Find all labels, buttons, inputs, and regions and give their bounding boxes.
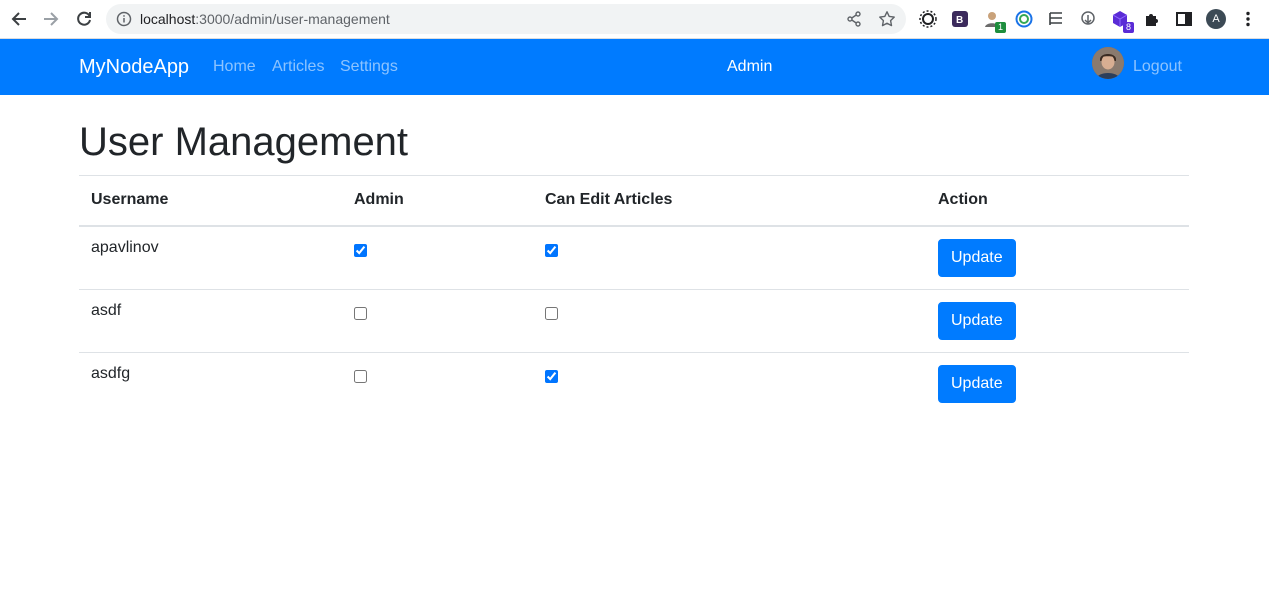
nav-link-admin[interactable]: Admin (727, 58, 772, 76)
table-row: asdfg Update (79, 351, 1189, 415)
can-edit-cell (533, 288, 926, 352)
header-action: Action (926, 175, 1189, 227)
bookmark-star-icon[interactable] (878, 10, 896, 28)
nav-link-articles[interactable]: Articles (272, 58, 324, 76)
admin-checkbox[interactable] (354, 243, 367, 257)
browser-toolbar: localhost:3000/admin/user-management B 1… (0, 0, 1269, 39)
can-edit-cell (533, 351, 926, 415)
admin-cell (342, 351, 533, 415)
extension-person-icon[interactable]: 1 (982, 9, 1006, 33)
page-title: User Management (79, 120, 409, 164)
info-icon[interactable] (116, 11, 132, 27)
extension-badge-count: 1 (995, 22, 1006, 33)
nav-link-home[interactable]: Home (213, 58, 256, 76)
update-button[interactable]: Update (938, 238, 1016, 277)
brand-link[interactable]: MyNodeApp (79, 56, 189, 79)
update-button[interactable]: Update (938, 301, 1016, 340)
browser-menu-icon[interactable] (1238, 9, 1258, 29)
nav-link-settings[interactable]: Settings (340, 58, 398, 76)
user-avatar[interactable] (1092, 47, 1124, 79)
table-header-row: Username Admin Can Edit Articles Action (79, 175, 1189, 227)
extension-sun-icon[interactable] (918, 9, 938, 29)
user-photo-icon (1092, 47, 1124, 79)
forward-button[interactable] (40, 8, 62, 30)
reload-button[interactable] (73, 8, 95, 30)
url-text[interactable]: localhost:3000/admin/user-management (140, 11, 390, 27)
username-cell: asdf (79, 288, 342, 352)
extension-badge-count: 8 (1123, 22, 1134, 33)
username-cell: asdfg (79, 351, 342, 415)
table-row: asdf Update (79, 288, 1189, 352)
url-path: :3000/admin/user-management (195, 11, 390, 27)
header-admin: Admin (342, 175, 533, 227)
header-can-edit-articles: Can Edit Articles (533, 175, 926, 227)
extension-tree-icon[interactable] (1046, 9, 1066, 29)
address-bar[interactable]: localhost:3000/admin/user-management (106, 4, 906, 34)
back-button[interactable] (8, 8, 30, 30)
extension-circle-icon[interactable] (1014, 9, 1034, 29)
profile-avatar[interactable]: A (1206, 9, 1226, 29)
svg-text:B: B (956, 15, 963, 26)
extension-cube-icon[interactable]: 8 (1110, 9, 1134, 33)
reload-icon (77, 11, 91, 26)
can-edit-checkbox[interactable] (545, 243, 558, 257)
extension-cloud-icon[interactable] (1078, 9, 1098, 29)
can-edit-checkbox[interactable] (545, 306, 558, 320)
admin-cell (342, 288, 533, 352)
table-row: apavlinov Update (79, 225, 1189, 289)
share-icon[interactable] (846, 11, 862, 27)
action-cell: Update (926, 225, 1189, 289)
logout-link[interactable]: Logout (1133, 58, 1182, 76)
can-edit-cell (533, 225, 926, 289)
extensions-puzzle-icon[interactable] (1142, 9, 1162, 29)
back-arrow-icon (11, 12, 26, 26)
user-table: Username Admin Can Edit Articles Action … (79, 175, 1189, 415)
header-username: Username (79, 175, 342, 227)
admin-cell (342, 225, 533, 289)
can-edit-checkbox[interactable] (545, 369, 558, 383)
update-button[interactable]: Update (938, 364, 1016, 403)
action-cell: Update (926, 351, 1189, 415)
admin-checkbox[interactable] (354, 306, 367, 320)
action-cell: Update (926, 288, 1189, 352)
url-host: localhost (140, 11, 196, 27)
side-panel-icon[interactable] (1174, 9, 1194, 29)
forward-arrow-icon (44, 12, 59, 26)
app-navbar: MyNodeApp Home Articles Settings Admin L… (0, 39, 1269, 95)
username-cell: apavlinov (79, 225, 342, 289)
admin-checkbox[interactable] (354, 369, 367, 383)
extension-b-icon[interactable]: B (950, 9, 970, 29)
